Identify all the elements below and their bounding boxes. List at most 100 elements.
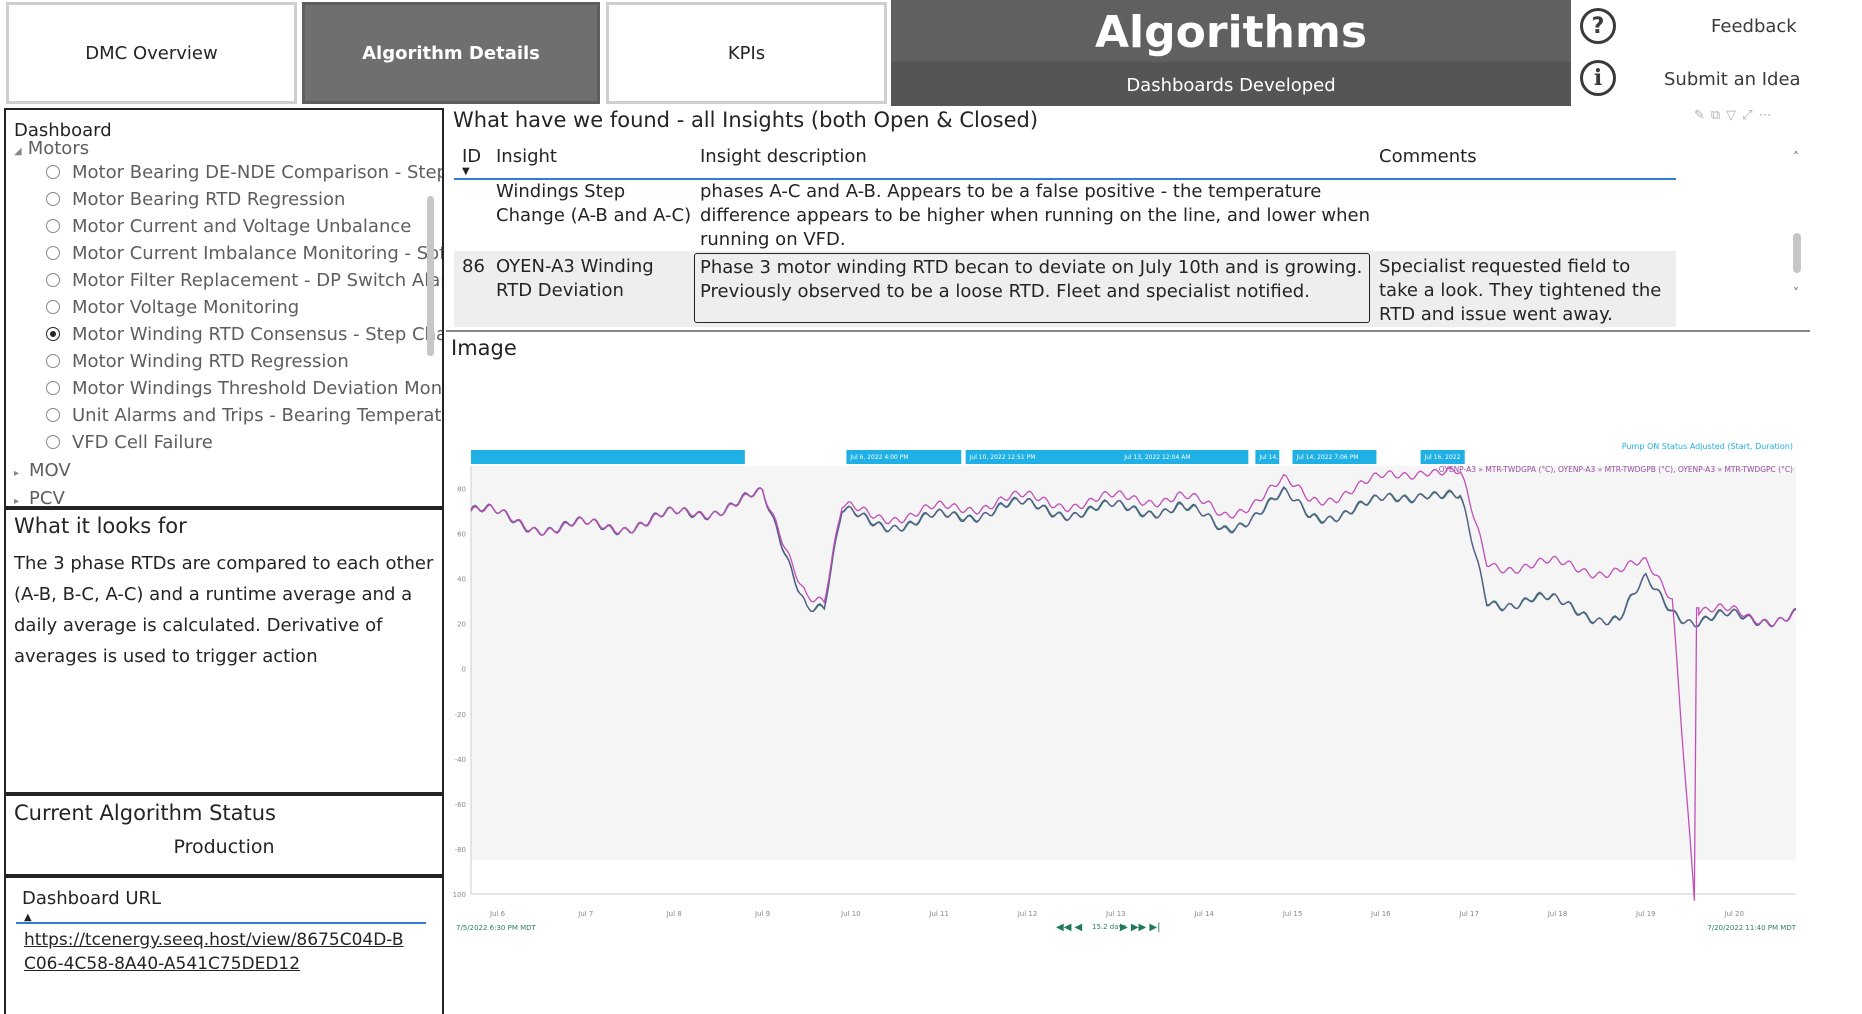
collapse-icon: ◢	[14, 146, 22, 157]
radio-icon[interactable]	[46, 273, 60, 287]
time-nav-back-icons[interactable]: ◀◀ ◀	[1056, 922, 1083, 933]
url-header: Dashboard URL	[22, 888, 162, 909]
row-id: 86	[462, 256, 485, 277]
expand-icon: ▸	[14, 468, 20, 479]
tree-item-label: Motor Current and Voltage Unbalance	[72, 216, 412, 237]
tree-item[interactable]: Motor Voltage Monitoring	[46, 297, 299, 318]
row-description-selected[interactable]: Phase 3 motor winding RTD becan to devia…	[694, 253, 1370, 323]
expand-icon: ▸	[14, 496, 20, 507]
radio-icon[interactable]	[46, 165, 60, 179]
tree-item[interactable]: Motor Winding RTD Regression	[46, 351, 349, 372]
col-header-comments[interactable]: Comments	[1379, 146, 1477, 167]
page-subtitle: Dashboards Developed	[891, 62, 1571, 106]
radio-icon[interactable]	[46, 354, 60, 368]
radio-selected-icon[interactable]	[46, 327, 60, 341]
tree-item-label: Motor Bearing DE-NDE Comparison - Step..…	[72, 162, 444, 183]
radio-icon[interactable]	[46, 300, 60, 314]
y-tick-label: -60	[455, 801, 466, 809]
tree-item-label: Motor Bearing RTD Regression	[72, 189, 346, 210]
tab-algorithm-details[interactable]: Algorithm Details	[302, 2, 600, 104]
x-tick-label: Jul 6	[489, 910, 506, 918]
x-tick-label: Jul 7	[577, 910, 593, 918]
x-tick-label: Jul 14	[1193, 910, 1214, 918]
looks-for-title: What it looks for	[14, 514, 187, 538]
x-tick-label: Jul 20	[1723, 910, 1744, 918]
capsule-label: Jul 10, 2022 12:51 PM	[969, 454, 1036, 461]
col-header-description[interactable]: Insight description	[700, 146, 867, 167]
x-tick-label: Jul 10	[840, 910, 861, 918]
table-row[interactable]: 86 OYEN-A3 Winding RTD Deviation Phase 3…	[454, 251, 1676, 327]
scroll-down-icon[interactable]: ˅	[1793, 286, 1799, 300]
tree-item[interactable]: Unit Alarms and Trips - Bearing Temperat…	[46, 405, 442, 426]
tab-dmc-overview-label: DMC Overview	[85, 42, 218, 64]
tab-dmc-overview[interactable]: DMC Overview	[6, 2, 297, 104]
tree-item-label: Motor Voltage Monitoring	[72, 297, 300, 318]
help-icon[interactable]: ?	[1580, 8, 1616, 44]
tab-kpis[interactable]: KPIs	[606, 2, 887, 104]
capsule-label: Jul 14,	[1258, 454, 1278, 461]
tree-item[interactable]: Motor Windings Threshold Deviation Moni.…	[46, 378, 442, 399]
y-tick-label: 20	[457, 621, 466, 629]
tree-group-motors-label: Motors	[27, 138, 90, 159]
tree-group-motors[interactable]: ◢ Motors	[14, 138, 89, 159]
tree-group-mov[interactable]: ▸ MOV	[14, 460, 71, 481]
tree-item[interactable]: Motor Current and Voltage Unbalance	[46, 216, 411, 237]
tree-item[interactable]: Motor Current Imbalance Monitoring - Sof…	[46, 243, 444, 264]
time-nav-forward-icons[interactable]: ▶ ▶▶ ▶|	[1120, 922, 1161, 933]
x-end-label: 7/20/2022 11:40 PM MDT	[1707, 924, 1796, 932]
tree-scrollbar[interactable]	[427, 196, 434, 356]
dashboard-url-link[interactable]: https://tcenergy.seeq.host/view/8675C04D…	[24, 928, 414, 976]
x-tick-label: Jul 15	[1282, 910, 1303, 918]
scroll-up-icon[interactable]: ˄	[1793, 150, 1799, 164]
capsule-label: Jul 16, 2022	[1424, 454, 1461, 461]
y-tick-label: -80	[455, 846, 466, 854]
radio-icon[interactable]	[46, 246, 60, 260]
trend-chart[interactable]: Jul 6, 2022 4:00 PM Jul 10, 2022 12:51 PM…	[452, 436, 1804, 942]
col-header-id[interactable]: ID	[462, 146, 481, 167]
status-title: Current Algorithm Status	[14, 801, 276, 825]
x-tick-label: Jul 12	[1017, 910, 1038, 918]
x-tick-label: Jul 17	[1458, 910, 1479, 918]
tree-group-pcv-label: PCV	[29, 488, 65, 508]
y-tick-label: 0	[462, 666, 466, 674]
radio-icon[interactable]	[46, 435, 60, 449]
feedback-link[interactable]: Feedback	[1711, 16, 1797, 37]
row-insight: Windings Step Change (A-B and A-C)	[496, 181, 692, 226]
tree-item[interactable]: VFD Cell Failure	[46, 432, 213, 453]
submit-idea-link[interactable]: Submit an Idea	[1664, 69, 1801, 90]
page-header: Algorithms Dashboards Developed	[891, 0, 1571, 106]
x-start-label: 7/5/2022 6:30 PM MDT	[456, 924, 537, 932]
visual-header-icons[interactable]: ✎⧉▽⤢⋯	[1694, 108, 1778, 123]
radio-icon[interactable]	[46, 381, 60, 395]
y-tick-label: -100	[452, 891, 466, 899]
tab-algorithm-details-label: Algorithm Details	[362, 42, 540, 64]
tree-group-pcv[interactable]: ▸ PCV	[14, 488, 65, 508]
sort-desc-icon: ▼	[462, 166, 470, 177]
tree-item[interactable]: Motor Winding RTD Consensus - Step Cha..…	[46, 324, 444, 345]
tree-item-label: Motor Winding RTD Regression	[72, 351, 349, 372]
y-tick-label: -20	[455, 711, 466, 719]
col-header-insight[interactable]: Insight	[496, 146, 557, 167]
tree-item-label: Motor Current Imbalance Monitoring - Sof…	[72, 243, 444, 264]
row-description: phases A-C and A-B. Appears to be a fals…	[700, 181, 1370, 250]
radio-icon[interactable]	[46, 408, 60, 422]
status-value: Production	[173, 836, 275, 858]
tree-group-mov-label: MOV	[29, 460, 71, 481]
tree-item-label: Motor Winding RTD Consensus - Step Cha..…	[72, 324, 444, 345]
looks-for-panel: What it looks for The 3 phase RTDs are c…	[4, 508, 444, 794]
table-row[interactable]: Windings Step Change (A-B and A-C) phase…	[454, 180, 1676, 250]
capsule-label: Jul 13, 2022 12:04 AM	[1123, 454, 1190, 461]
condition-capsule[interactable]	[471, 450, 745, 464]
series-legend: OYENP-A3 » MTR-TWDGPA (°C), OYENP-A3 » M…	[1439, 465, 1793, 474]
info-icon[interactable]: i	[1580, 60, 1616, 96]
tree-item-label: Motor Filter Replacement - DP Switch Ala…	[72, 270, 444, 291]
image-section-title: Image	[451, 336, 517, 360]
url-header-underline	[16, 922, 426, 924]
tree-item[interactable]: Motor Bearing DE-NDE Comparison - Step..…	[46, 162, 444, 183]
x-tick-label: Jul 19	[1635, 910, 1656, 918]
tree-item[interactable]: Motor Filter Replacement - DP Switch Ala…	[46, 270, 444, 291]
tree-item[interactable]: Motor Bearing RTD Regression	[46, 189, 345, 210]
table-scrollbar[interactable]	[1793, 233, 1801, 273]
radio-icon[interactable]	[46, 192, 60, 206]
radio-icon[interactable]	[46, 219, 60, 233]
